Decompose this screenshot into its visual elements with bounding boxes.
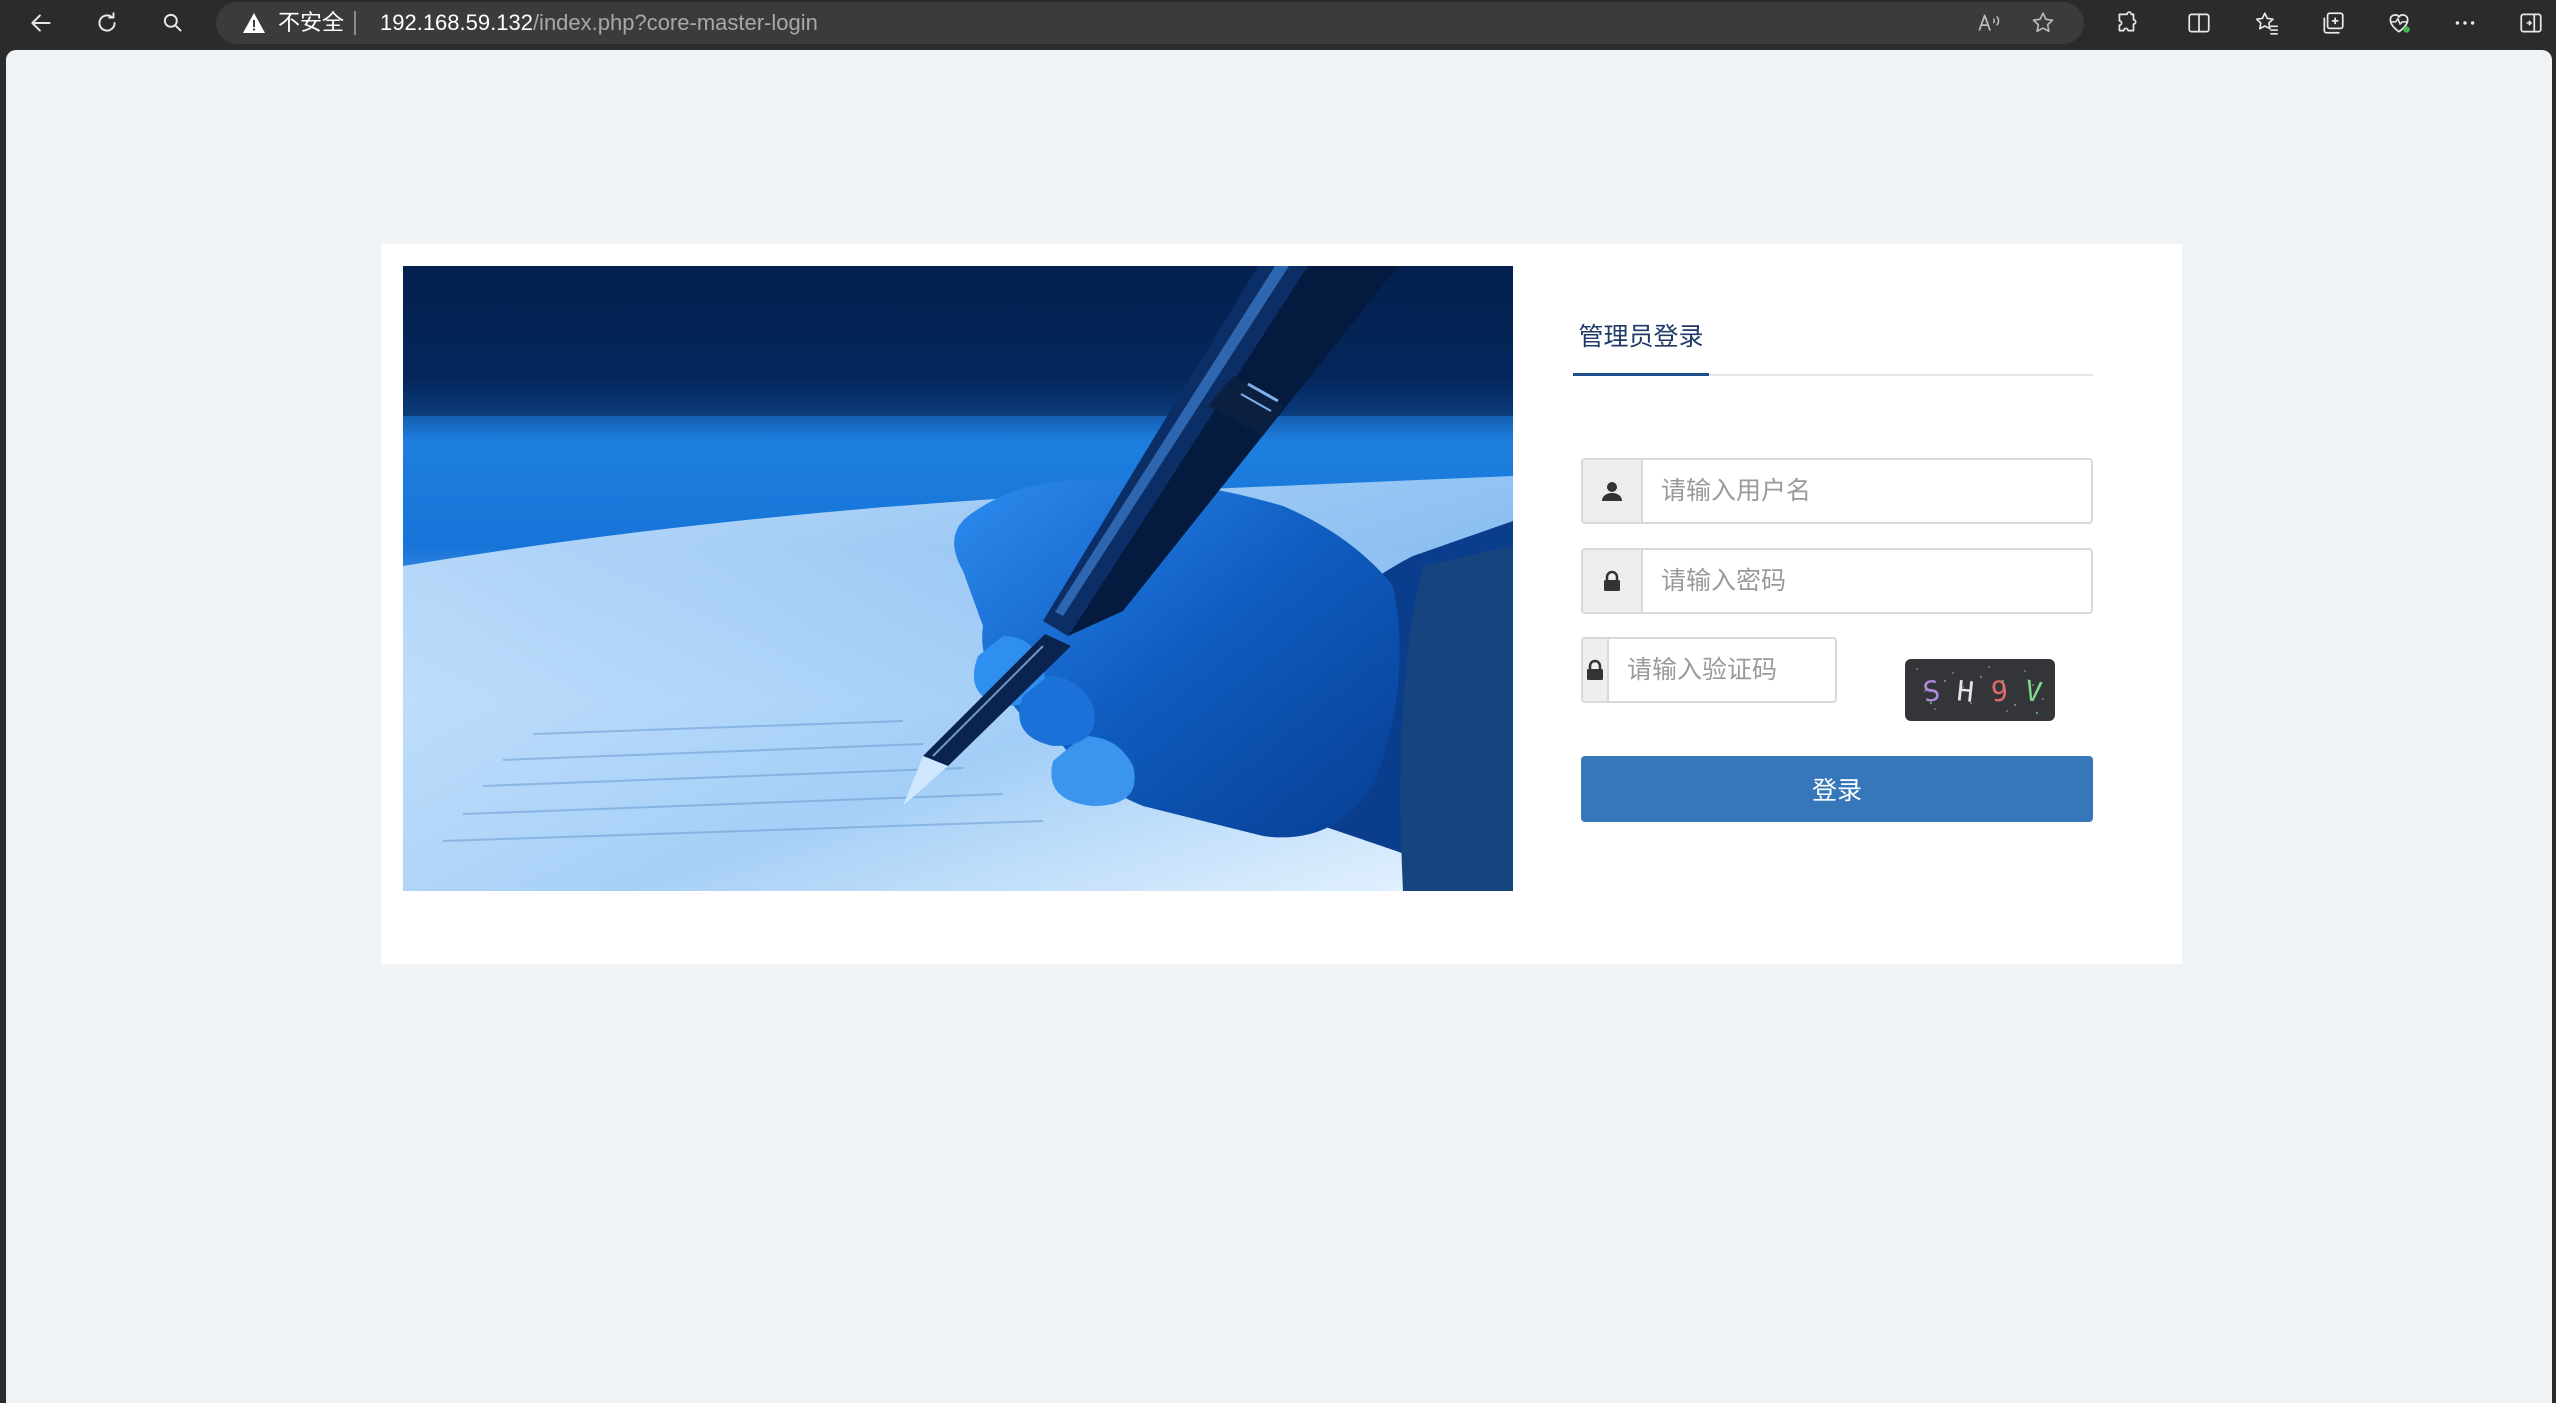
extensions-icon: [2118, 11, 2137, 32]
address-bar[interactable]: 不安全 192.168.59.132/index.php?core-master…: [216, 2, 2084, 44]
favorite-icon: [2032, 12, 2054, 33]
password-field: [1581, 548, 2093, 614]
more-button[interactable]: [2446, 4, 2484, 42]
split-screen-button[interactable]: [2180, 4, 2218, 42]
lock-icon: [1587, 659, 1603, 680]
search-icon: [163, 13, 182, 32]
url-text[interactable]: 192.168.59.132/index.php?core-master-log…: [380, 10, 818, 36]
captcha-field: [1581, 637, 1837, 703]
captcha-char: 9: [1990, 674, 2009, 708]
sidebar-button[interactable]: [2512, 4, 2550, 42]
lock-icon: [1604, 570, 1620, 591]
favorites-button[interactable]: [2248, 4, 2286, 42]
hero-image-writing-hand: [403, 266, 1513, 891]
password-input[interactable]: [1643, 550, 2091, 612]
browser-toolbar: 不安全 192.168.59.132/index.php?core-master…: [0, 0, 2556, 46]
user-icon-addon: [1583, 460, 1643, 522]
refresh-icon: [98, 12, 116, 32]
tab-admin-login[interactable]: 管理员登录: [1573, 324, 1709, 376]
favorite-button[interactable]: [2028, 8, 2058, 38]
captcha-lock-addon: [1583, 639, 1609, 701]
warning-icon: [243, 13, 265, 33]
browser-essentials-icon: [2389, 14, 2410, 33]
extensions-button[interactable]: [2108, 4, 2146, 42]
sidebar-icon: [2520, 13, 2542, 33]
address-separator: [354, 11, 356, 35]
login-panel: 管理员登录 请输入用户名 请输入验证码 S H 9 V 登录: [1573, 266, 2093, 822]
more-icon: [2455, 21, 2475, 25]
hero-illustration: [403, 266, 1513, 891]
split-screen-icon: [2188, 13, 2210, 33]
captcha-graphic: SH9V: [1916, 666, 2045, 715]
back-icon: [31, 14, 51, 32]
search-button[interactable]: [154, 4, 192, 42]
captcha-char: V: [2022, 674, 2044, 709]
favorites-icon: [2255, 12, 2278, 35]
captcha-char: S: [1921, 674, 1942, 709]
page-viewport: 管理员登录 请输入用户名 请输入验证码 S H 9 V 登录: [6, 50, 2552, 1403]
security-label[interactable]: 不安全: [278, 10, 344, 36]
captcha-input[interactable]: [1609, 639, 1835, 701]
captcha-characters: SH9V: [1921, 674, 2045, 709]
url-host: 192.168.59.132: [380, 10, 533, 35]
lock-icon-addon: [1583, 550, 1643, 612]
login-card: 管理员登录 请输入用户名 请输入验证码 S H 9 V 登录: [381, 244, 2182, 964]
collections-icon: [2323, 12, 2344, 34]
login-button[interactable]: 登录: [1581, 756, 2093, 822]
login-tabs: 管理员登录: [1573, 266, 2093, 376]
captcha-image[interactable]: SH9V: [1905, 659, 2055, 721]
username-input[interactable]: [1643, 460, 2091, 522]
read-aloud-button[interactable]: [1974, 8, 2004, 38]
back-button[interactable]: [22, 4, 60, 42]
collections-button[interactable]: [2314, 4, 2352, 42]
browser-essentials-button[interactable]: [2380, 4, 2418, 42]
read-aloud-icon: [1978, 14, 2000, 31]
captcha-char: H: [1955, 674, 1975, 709]
refresh-button[interactable]: [88, 4, 126, 42]
user-icon: [1602, 482, 1622, 501]
username-field: [1581, 458, 2093, 524]
url-path: /index.php?core-master-login: [532, 10, 818, 35]
